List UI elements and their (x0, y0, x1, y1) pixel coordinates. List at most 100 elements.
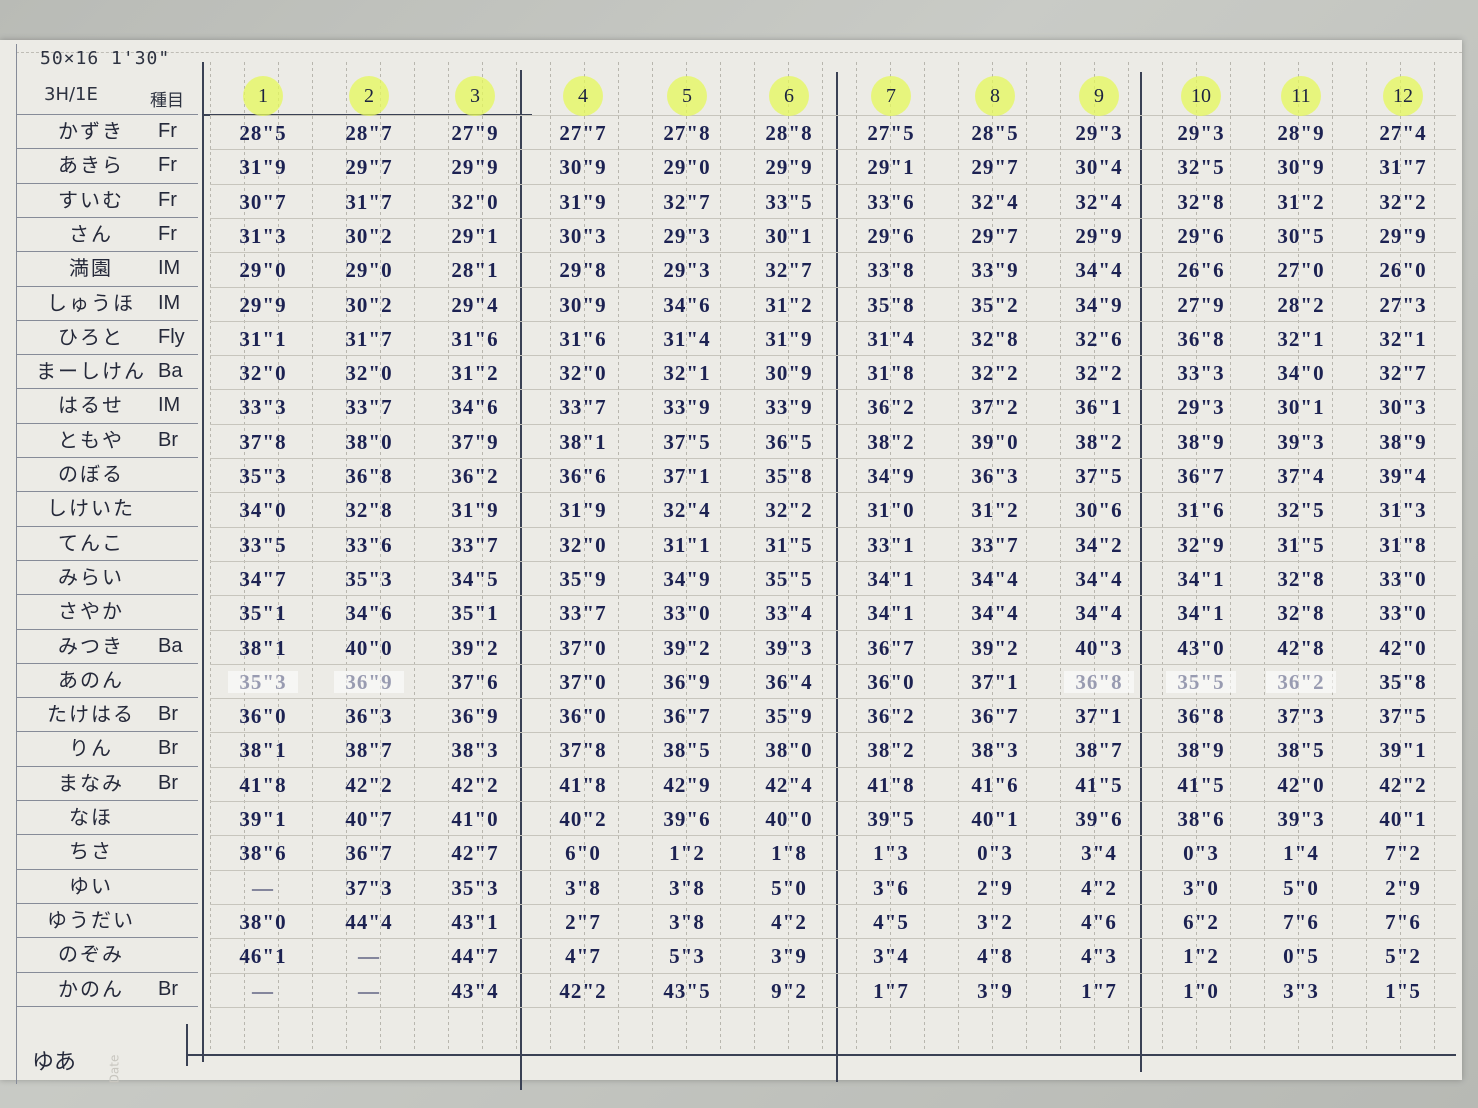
lap-time: 35"3 (239, 464, 287, 488)
lap-time: 31"6 (559, 326, 607, 351)
lap-time: 38"2 (867, 738, 915, 763)
lap-time: — (358, 978, 380, 1003)
lap-time: 36"9 (451, 704, 499, 729)
lap-time: 34"4 (1075, 258, 1123, 283)
stroke-kind: Fr (158, 154, 177, 177)
lap-time: 32"7 (765, 258, 813, 283)
lap-time: 35"3 (345, 566, 393, 591)
lap-time: 32"8 (971, 326, 1019, 351)
lap-time: 27"8 (663, 121, 711, 145)
stroke-kind: Br (158, 703, 178, 726)
lap-time: 36"0 (559, 704, 607, 729)
lap-time: 38"7 (1075, 738, 1123, 763)
lap-time: 39"4 (1379, 464, 1427, 488)
lap-time: 40"1 (1379, 807, 1427, 831)
lap-time: 36"5 (765, 429, 813, 454)
lap-time: 37"5 (663, 429, 711, 454)
lap-time: 9"2 (771, 978, 807, 1003)
lap-time: 31"8 (1379, 532, 1427, 557)
swimmer-name: ともや (58, 427, 124, 452)
lap-time: 29"3 (1177, 395, 1225, 420)
column-number: 7 (871, 76, 911, 116)
lap-time: 32"2 (1075, 361, 1123, 386)
lap-time: 33"8 (867, 258, 915, 283)
lap-time: 37"0 (559, 669, 607, 694)
lap-time: 0"3 (1183, 841, 1219, 866)
lap-time: 4"7 (565, 944, 601, 969)
lap-time: 28"8 (765, 121, 813, 145)
lap-time: 7"6 (1385, 909, 1421, 934)
lap-time: 32"1 (1379, 326, 1427, 351)
lap-time: 3"6 (873, 875, 909, 900)
lap-time: 34"9 (867, 464, 915, 488)
lap-time: 37"6 (451, 669, 499, 694)
lap-time: 5"0 (1283, 875, 1319, 900)
lap-time: 34"0 (239, 498, 287, 523)
lap-time: 3"0 (1183, 875, 1219, 900)
stroke-kind: Ba (158, 634, 183, 657)
lap-time: 29"3 (1075, 121, 1123, 145)
lap-time: 42"2 (451, 772, 499, 797)
stroke-kind (158, 800, 200, 834)
lap-time: 41"5 (1075, 772, 1123, 797)
lap-time: 33"7 (559, 395, 607, 420)
lap-time: — (358, 944, 380, 969)
lap-time: 4"8 (977, 944, 1013, 969)
swimmer-name: まなみ (58, 770, 124, 795)
swimmer-name: かのん (58, 976, 124, 1001)
swimmer-name: ひろと (58, 324, 124, 349)
lap-time: 41"5 (1177, 772, 1225, 797)
swimmer-name: のぞみ (58, 942, 124, 967)
lap-time: 29"0 (663, 155, 711, 180)
lap-time: 35"1 (239, 601, 287, 626)
lap-time: 4"2 (1081, 875, 1117, 900)
lap-time: 38"6 (1177, 807, 1225, 831)
lap-time: 35"2 (971, 292, 1019, 317)
lap-time: 39"2 (663, 635, 711, 660)
lap-time: 31"8 (867, 361, 915, 386)
divider-line (202, 62, 204, 1062)
swimmer-name: あのん (58, 667, 124, 692)
lap-time: 34"1 (867, 566, 915, 591)
stroke-kind (158, 457, 200, 491)
swimmer-name: さやか (58, 599, 124, 624)
lap-time: 1"3 (873, 841, 909, 866)
stroke-kind (158, 903, 200, 937)
lap-time: 36"2 (867, 704, 915, 729)
lap-time: 31"2 (971, 498, 1019, 523)
lap-time: 29"8 (559, 258, 607, 283)
lap-time: 30"9 (1277, 155, 1325, 180)
name-row-line (16, 1005, 198, 1007)
lap-time: 33"6 (867, 189, 915, 214)
lap-time: 39"3 (765, 635, 813, 660)
lap-time: 34"6 (451, 395, 499, 420)
lap-time: 42"8 (1277, 635, 1325, 660)
swimmer-name: なほ (69, 805, 113, 829)
lap-time: 33"4 (765, 601, 813, 626)
divider-line (520, 70, 522, 1090)
lap-time: 3"4 (1081, 841, 1117, 866)
lap-time: 1"2 (669, 841, 705, 866)
lap-time: 3"3 (1283, 978, 1319, 1003)
lap-time: 3"8 (565, 875, 601, 900)
lap-time: 31"5 (1277, 532, 1325, 557)
lap-time: 38"1 (559, 429, 607, 454)
lap-time: 32"7 (1379, 361, 1427, 386)
lap-time: 31"3 (239, 223, 287, 248)
lap-time: 34"9 (1075, 292, 1123, 317)
tape-strip (1064, 670, 1134, 693)
date-watermark: Date (107, 1054, 122, 1084)
lap-time: 37"3 (1277, 704, 1325, 729)
lap-time: 38"9 (1177, 738, 1225, 763)
lap-time: 5"0 (771, 875, 807, 900)
lap-time: 44"7 (451, 944, 499, 969)
lap-time: 32"0 (451, 189, 499, 214)
paper-top-edge (16, 44, 1462, 53)
lap-time: 36"3 (345, 704, 393, 729)
lap-time: 28"5 (239, 121, 287, 145)
swimmer-name: のぼる (58, 462, 124, 486)
lap-time: 34"9 (663, 566, 711, 591)
lap-time: 2"7 (565, 909, 601, 934)
lap-time: 34"5 (451, 566, 499, 591)
lap-time: 28"7 (345, 121, 393, 145)
